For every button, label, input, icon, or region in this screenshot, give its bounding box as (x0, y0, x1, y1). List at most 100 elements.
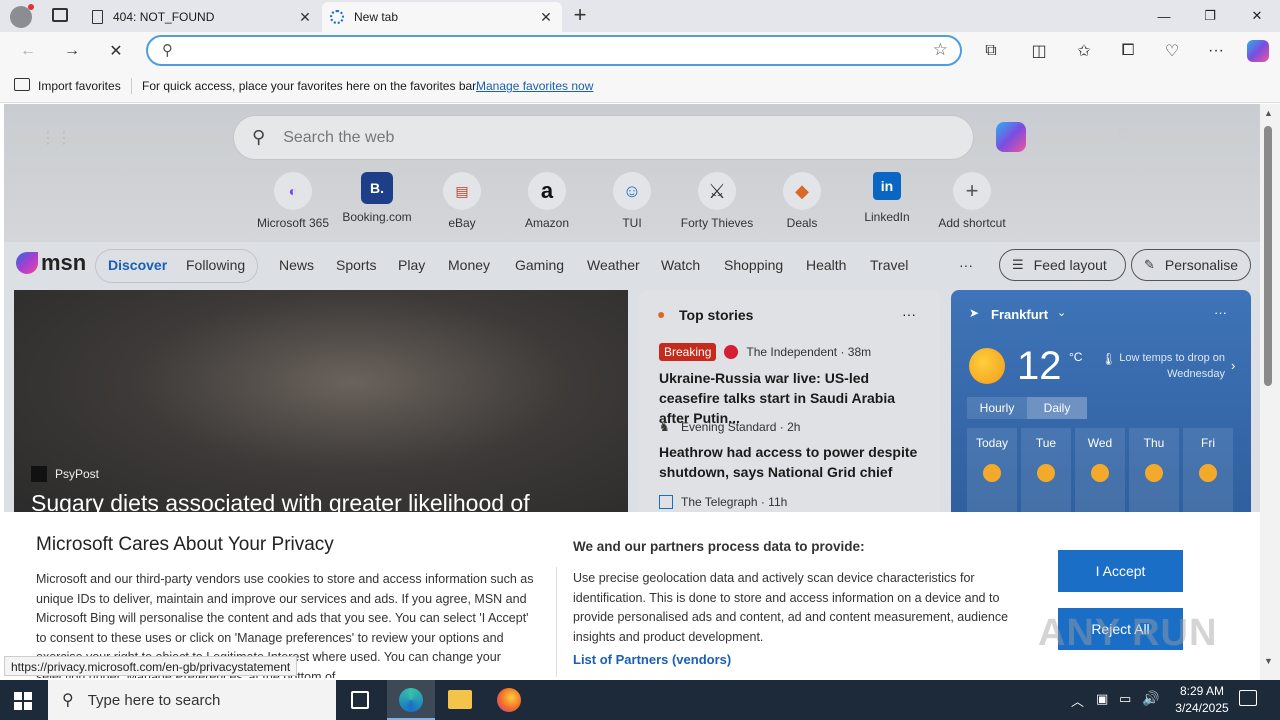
scroll-thumb[interactable] (1264, 126, 1272, 386)
new-tab-button[interactable]: + (568, 4, 592, 28)
accept-button[interactable]: I Accept (1058, 550, 1183, 592)
forecast-day[interactable]: Thu (1129, 428, 1179, 520)
shortcut-deals[interactable]: ◆ Deals (760, 172, 844, 230)
tab-404[interactable]: 404: NOT_FOUND ✕ (84, 2, 321, 32)
browser-essentials-icon[interactable]: ♡ (1157, 36, 1187, 66)
import-favorites-button[interactable]: Import favorites (38, 79, 121, 93)
page-scrollbar[interactable]: ▲ ▼ (1260, 104, 1280, 680)
copilot-icon[interactable] (1243, 36, 1273, 66)
file-explorer-icon[interactable] (448, 690, 472, 709)
weather-more-icon[interactable]: ··· (1214, 305, 1227, 320)
privacy-divider (556, 567, 557, 677)
notifications-icon[interactable] (1239, 690, 1257, 706)
minimize-button[interactable]: — (1141, 0, 1187, 32)
nav-money[interactable]: Money (448, 257, 490, 273)
page-icon (92, 10, 103, 24)
extensions-icon[interactable]: ⧉ (976, 36, 1006, 66)
manage-favorites-link[interactable]: Manage favorites now (476, 79, 593, 93)
msn-wordmark: msn (41, 250, 87, 275)
favorites-icon[interactable]: ✩ (1069, 36, 1099, 66)
top-stories-more-icon[interactable]: ··· (902, 306, 916, 322)
forecast-day[interactable]: Today (967, 428, 1017, 520)
weather-location[interactable]: Frankfurt (991, 307, 1048, 322)
network-icon[interactable]: ▭ (1119, 691, 1131, 707)
weather-next-icon[interactable]: › (1231, 358, 1235, 373)
breaking-badge: Breaking (659, 343, 717, 361)
hero-news-card[interactable]: PsyPost Sugary diets associated with gre… (14, 290, 628, 520)
close-tab-icon[interactable]: ✕ (538, 9, 554, 26)
weather-temp: 12 (1017, 344, 1062, 388)
scroll-up-arrow-icon[interactable]: ▲ (1264, 108, 1273, 118)
tab-following[interactable]: Following (186, 257, 245, 273)
taskbar-search[interactable]: ⚲ Type here to search (48, 680, 336, 720)
nav-travel[interactable]: Travel (870, 257, 908, 273)
split-screen-icon[interactable]: ◫ (1024, 36, 1054, 66)
forecast-day[interactable]: Fri (1183, 428, 1233, 520)
firefox-icon[interactable] (497, 688, 521, 712)
nav-more-icon[interactable]: ··· (959, 257, 973, 273)
chevron-down-icon[interactable]: ⌄ (1057, 306, 1066, 319)
shortcut-ebay[interactable]: ▤ eBay (420, 172, 504, 230)
shortcut-label: Deals (786, 216, 818, 230)
shortcut-linkedin[interactable]: in LinkedIn (845, 172, 929, 224)
clock-time[interactable]: 8:29 AM (1172, 684, 1232, 698)
web-search-box[interactable]: ⚲ Search the web (233, 115, 974, 160)
nav-watch[interactable]: Watch (661, 257, 700, 273)
nav-weather[interactable]: Weather (587, 257, 640, 273)
tray-chevron-up-icon[interactable]: ︿ (1071, 691, 1084, 710)
story-headline[interactable]: Heathrow had access to power despite shu… (659, 442, 924, 482)
weather-tab-daily[interactable]: Daily (1027, 397, 1087, 419)
partners-link[interactable]: List of Partners (vendors) (573, 652, 731, 667)
volume-icon[interactable]: 🔊 (1142, 690, 1159, 707)
back-button[interactable]: ← (13, 36, 43, 66)
shortcut-amazon[interactable]: a Amazon (505, 172, 589, 230)
copilot-search-icon[interactable] (996, 122, 1026, 152)
task-view-icon[interactable] (351, 691, 369, 709)
shortcut-microsoft-365[interactable]: ◐ Microsoft 365 (251, 172, 335, 230)
shortcut-forty-thieves[interactable]: ⚔ Forty Thieves (675, 172, 759, 230)
nav-play[interactable]: Play (398, 257, 425, 273)
msn-logo[interactable]: msn (16, 250, 86, 276)
more-menu-icon[interactable]: ··· (1201, 36, 1231, 66)
weather-card[interactable]: ➤ Frankfurt ⌄ ··· 12 °C 🌡 Low temps to d… (951, 290, 1251, 520)
shortcut-label: Booking.com (342, 210, 412, 224)
scroll-down-arrow-icon[interactable]: ▼ (1264, 656, 1273, 666)
nav-health[interactable]: Health (806, 257, 846, 273)
favorite-star-icon[interactable]: ☆ (933, 40, 948, 60)
forecast-day[interactable]: Wed (1075, 428, 1125, 520)
privacy-title: Microsoft Cares About Your Privacy (36, 534, 334, 555)
feed-layout-button[interactable]: ☰ Feed layout (999, 249, 1126, 281)
windows-start-icon[interactable] (14, 692, 32, 710)
swords-icon: ⚔ (698, 172, 736, 210)
settings-gear-icon[interactable]: ⚙ (1116, 124, 1130, 144)
msn-butterfly-icon (16, 252, 38, 274)
collections-icon[interactable]: ⧠ (1113, 36, 1143, 66)
top-stories-title: Top stories (679, 307, 754, 323)
shortcut-tui[interactable]: ☺ TUI (590, 172, 674, 230)
weather-tab-hourly[interactable]: Hourly (967, 397, 1027, 419)
forecast-day[interactable]: Tue (1021, 428, 1071, 520)
close-tab-icon[interactable]: ✕ (297, 9, 313, 26)
loading-spinner-icon (330, 10, 344, 24)
nav-sports[interactable]: Sports (336, 257, 376, 273)
story-headline[interactable]: Ukraine-Russia war live: US-led ceasefir… (659, 368, 924, 428)
tab-actions-icon[interactable] (52, 8, 68, 22)
add-shortcut-button[interactable]: + Add shortcut (930, 172, 1014, 230)
nav-gaming[interactable]: Gaming (515, 257, 564, 273)
restore-button[interactable]: ❐ (1187, 0, 1233, 32)
personalise-button[interactable]: ✎ Personalise (1131, 249, 1251, 281)
shortcut-booking[interactable]: B. Booking.com (335, 172, 419, 224)
address-bar[interactable]: ⚲ ☆ (146, 35, 962, 66)
edge-taskbar-item[interactable] (387, 680, 435, 720)
nav-news[interactable]: News (279, 257, 314, 273)
apps-grid-icon[interactable]: ⋮⋮ (40, 128, 72, 148)
weather-note: Low temps to drop on Wednesday (1119, 352, 1225, 380)
clock-date[interactable]: 3/24/2025 (1167, 701, 1237, 715)
tab-discover[interactable]: Discover (108, 257, 167, 273)
close-window-button[interactable]: ✕ (1234, 0, 1280, 32)
tab-new-tab[interactable]: New tab ✕ (322, 2, 562, 32)
nav-shopping[interactable]: Shopping (724, 257, 783, 273)
forward-button[interactable]: → (57, 36, 87, 66)
tray-device-icon[interactable]: ▣ (1096, 691, 1108, 707)
stop-loading-button[interactable]: ✕ (101, 36, 131, 66)
